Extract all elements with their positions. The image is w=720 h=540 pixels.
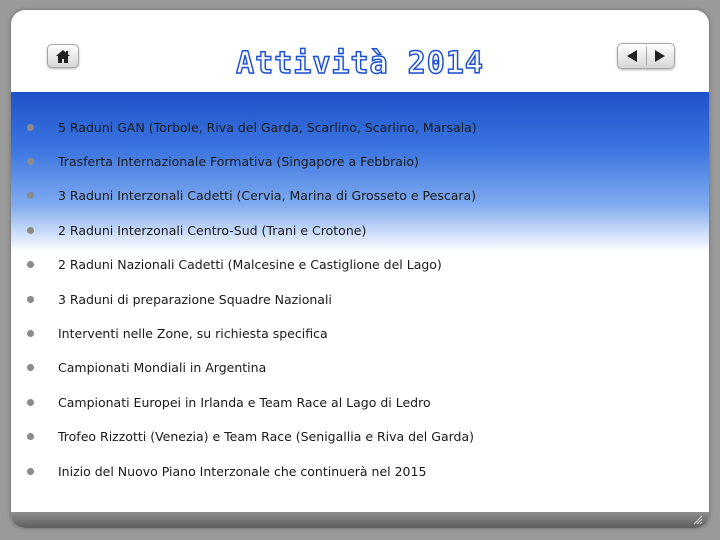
list-item-text: 5 Raduni GAN (Torbole, Riva del Garda, S… (58, 119, 477, 135)
list-item: Interventi nelle Zone, su richiesta spec… (27, 316, 477, 350)
list-item: Inizio del Nuovo Piano Interzonale che c… (27, 454, 477, 488)
list-item-text: 3 Raduni Interzonali Cadetti (Cervia, Ma… (58, 188, 477, 204)
bullet-icon (27, 295, 34, 303)
bullet-icon (27, 192, 34, 200)
list-item: Trasferta Internazionale Formativa (Sing… (27, 144, 477, 178)
bullet-icon (27, 261, 34, 269)
list-item-text: Campionati Europei in Irlanda e Team Rac… (58, 394, 431, 410)
slide: Attività 2014 5 Raduni GAN (Torbole, Riv… (11, 10, 709, 528)
list-item-text: 2 Raduni Nazionali Cadetti (Malcesine e … (58, 257, 442, 273)
bottom-bar (11, 512, 709, 528)
bullet-icon (27, 433, 34, 441)
list-item-text: Inizio del Nuovo Piano Interzonale che c… (58, 463, 427, 479)
bullet-icon (27, 330, 34, 338)
list-item-text: Campionati Mondiali in Argentina (58, 360, 267, 376)
next-slide-button[interactable] (647, 44, 675, 68)
list-item: Trofeo Rizzotti (Venezia) e Team Race (S… (27, 420, 477, 454)
list-item-text: 2 Raduni Interzonali Centro-Sud (Trani e… (58, 222, 367, 238)
list-item: Campionati Mondiali in Argentina (27, 351, 477, 385)
slide-navigation (617, 43, 675, 69)
triangle-right-icon (655, 50, 666, 62)
previous-slide-button[interactable] (618, 44, 646, 68)
activity-list: 5 Raduni GAN (Torbole, Riva del Garda, S… (27, 110, 477, 488)
list-item-text: Trasferta Internazionale Formativa (Sing… (58, 154, 419, 170)
resize-grip-icon[interactable] (693, 515, 703, 525)
triangle-left-icon (626, 50, 637, 62)
bullet-icon (27, 158, 34, 166)
bullet-icon (27, 226, 34, 234)
list-item: 2 Raduni Interzonali Centro-Sud (Trani e… (27, 213, 477, 247)
list-item-text: 3 Raduni di preparazione Squadre Naziona… (58, 291, 332, 307)
list-item: 5 Raduni GAN (Torbole, Riva del Garda, S… (27, 110, 477, 144)
bullet-icon (27, 123, 34, 131)
list-item-text: Trofeo Rizzotti (Venezia) e Team Race (S… (58, 429, 474, 445)
bullet-icon (27, 467, 34, 475)
list-item: 3 Raduni di preparazione Squadre Naziona… (27, 282, 477, 316)
bullet-icon (27, 398, 34, 406)
bullet-icon (27, 364, 34, 372)
list-item: Campionati Europei in Irlanda e Team Rac… (27, 385, 477, 419)
list-item-text: Interventi nelle Zone, su richiesta spec… (58, 326, 328, 342)
slide-title: Attività 2014 (235, 45, 484, 81)
list-item: 2 Raduni Nazionali Cadetti (Malcesine e … (27, 248, 477, 282)
list-item: 3 Raduni Interzonali Cadetti (Cervia, Ma… (27, 179, 477, 213)
